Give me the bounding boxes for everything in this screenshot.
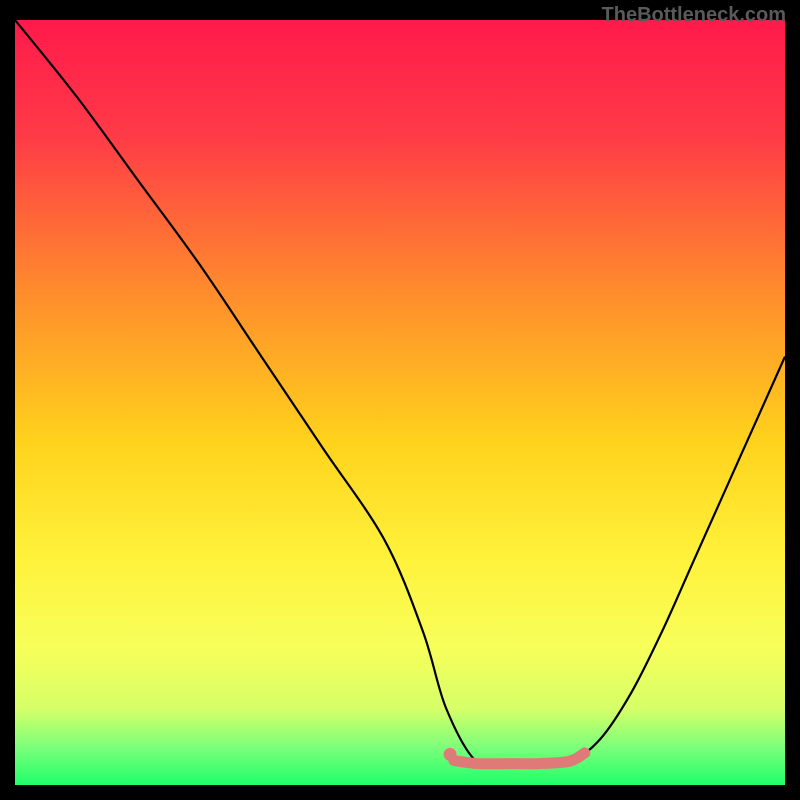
plot-area <box>15 20 785 785</box>
watermark-text: TheBottleneck.com <box>602 4 786 27</box>
highlight-dot <box>444 748 457 761</box>
plot-svg <box>15 20 785 785</box>
gradient-background <box>15 20 785 785</box>
chart-stage: TheBottleneck.com <box>0 0 800 800</box>
